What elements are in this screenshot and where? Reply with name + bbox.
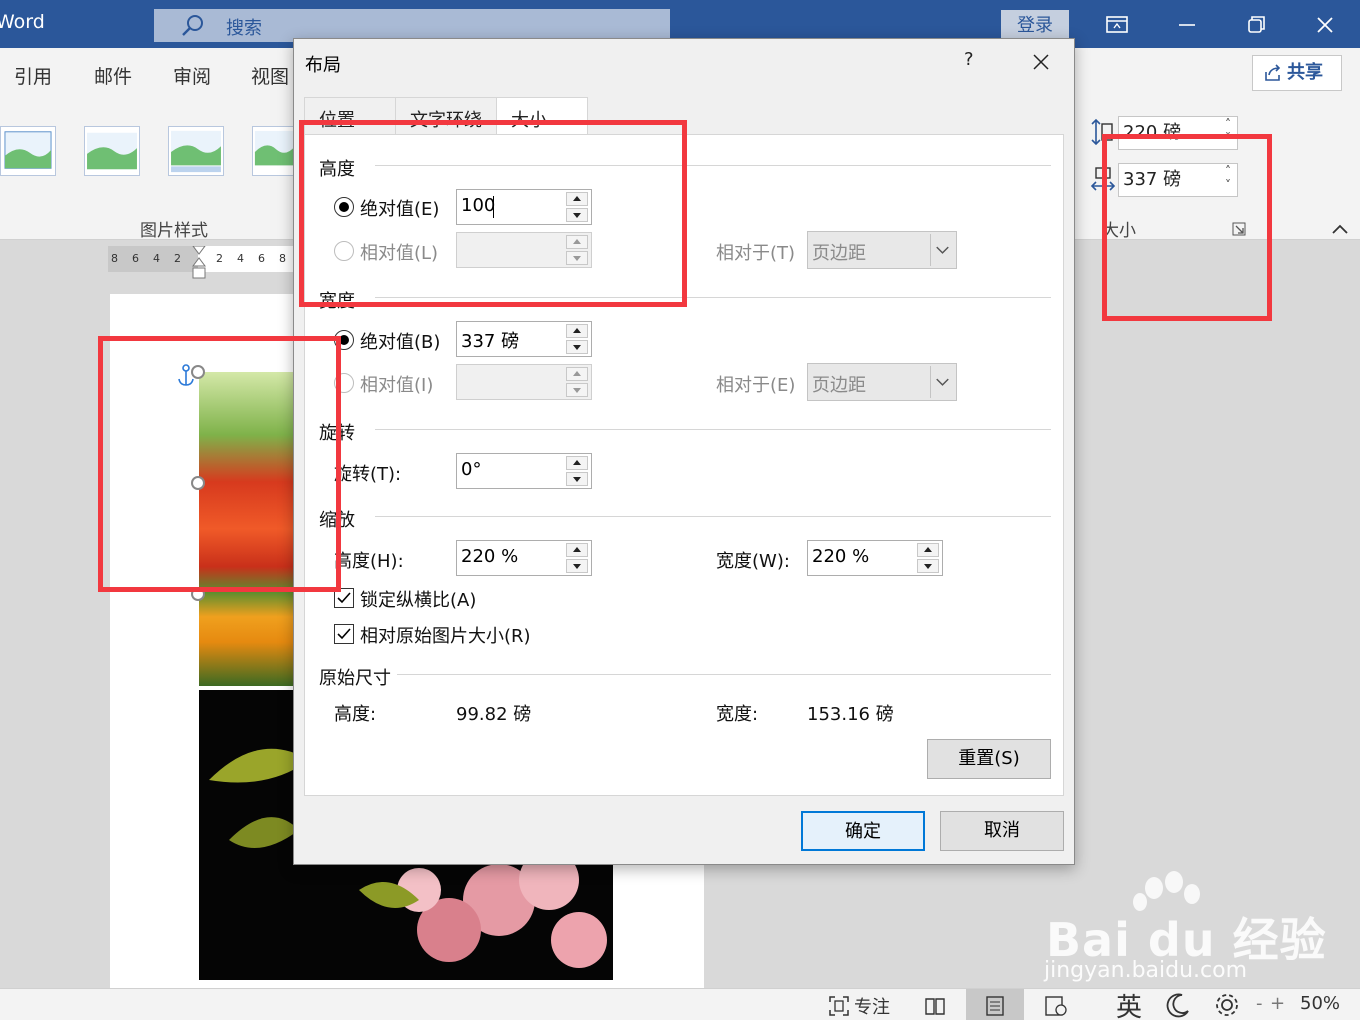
width-relative-to-label: 相对于(E) [716, 375, 796, 396]
checkmark-icon [337, 592, 351, 604]
ruler-number: 6 [132, 252, 139, 265]
zoom-in-icon[interactable]: + [1270, 993, 1285, 1014]
original-height-label: 高度: [334, 704, 377, 725]
indent-marker-icon[interactable] [192, 246, 206, 280]
rotation-label: 旋转(T): [334, 464, 402, 485]
ruler-number: 8 [279, 252, 286, 265]
highlight-box-ribbon-size [1102, 134, 1272, 321]
status-bar: 专注 英 - + 50% [0, 988, 1360, 1020]
tab-review[interactable]: 审阅 [173, 62, 211, 89]
checkmark-icon [337, 628, 351, 640]
section-divider [375, 429, 1051, 430]
width-absolute-label: 绝对值(B) [360, 332, 441, 353]
section-divider [397, 674, 1051, 675]
scale-width-value: 220 % [812, 546, 870, 567]
original-height-value: 99.82 磅 [456, 704, 532, 725]
rotation-input[interactable]: 0° [456, 453, 592, 489]
spin-up-button[interactable] [566, 543, 588, 557]
lock-aspect-label: 锁定纵横比(A) [360, 590, 477, 611]
share-label: 共享 [1287, 62, 1323, 83]
spin-up-button[interactable] [566, 367, 588, 381]
horizontal-ruler: 8 6 4 2 2 4 6 8 [108, 246, 298, 279]
watermark-url: jingyan.baidu.com [1044, 958, 1248, 983]
moon-icon[interactable] [1164, 991, 1192, 1019]
height-relative-to-value: 页边距 [812, 243, 866, 264]
chevron-down-icon [930, 366, 949, 398]
collapse-ribbon-icon[interactable] [1330, 222, 1350, 236]
highlight-box-image [98, 336, 341, 592]
dialog-title: 布局 [305, 55, 341, 76]
spin-up-button[interactable] [566, 324, 588, 338]
focus-icon[interactable] [828, 995, 850, 1017]
ruler-number: 6 [258, 252, 265, 265]
spin-down-button[interactable] [566, 383, 588, 397]
scale-width-input[interactable]: 220 % [807, 540, 943, 576]
gear-icon[interactable] [1212, 991, 1242, 1019]
close-window-icon[interactable] [1310, 10, 1340, 40]
spin-down-button[interactable] [566, 472, 588, 486]
minimize-icon[interactable] [1172, 10, 1202, 40]
picture-style-thumb-3[interactable] [168, 126, 224, 176]
ribbon-display-icon[interactable] [1102, 10, 1132, 40]
rotation-value: 0° [461, 459, 482, 480]
cancel-button[interactable]: 取消 [940, 811, 1064, 851]
zoom-level[interactable]: 50% [1300, 993, 1340, 1014]
original-width-value: 153.16 磅 [807, 704, 894, 725]
tab-references[interactable]: 引用 [14, 62, 52, 89]
relative-original-checkbox[interactable] [334, 624, 354, 644]
web-layout-icon[interactable] [1044, 995, 1068, 1017]
width-relative-input[interactable] [456, 364, 592, 400]
width-relative-label: 相对值(I) [360, 375, 434, 396]
scale-width-label: 宽度(W): [716, 551, 790, 572]
width-absolute-value: 337 磅 [461, 331, 520, 352]
ruler-number: 4 [237, 252, 244, 265]
scale-height-label: 高度(H): [334, 551, 404, 572]
ime-language[interactable]: 英 [1116, 987, 1142, 1020]
scale-height-value: 220 % [461, 546, 519, 567]
ok-button[interactable]: 确定 [801, 811, 925, 851]
picture-styles-group-label: 图片样式 [140, 221, 208, 241]
ruler-number: 8 [111, 252, 118, 265]
print-layout-button[interactable] [966, 989, 1024, 1020]
ruler-number: 2 [216, 252, 223, 265]
close-icon[interactable] [1030, 51, 1052, 73]
original-size-section-title: 原始尺寸 [319, 668, 391, 689]
ruler-number: 2 [174, 252, 181, 265]
section-divider [375, 516, 1051, 517]
width-relative-to-value: 页边距 [812, 375, 866, 396]
spin-up-button[interactable] [566, 456, 588, 470]
share-button[interactable]: 共享 [1252, 55, 1342, 91]
spin-down-button[interactable] [917, 559, 939, 573]
scale-height-input[interactable]: 220 % [456, 540, 592, 576]
reset-button[interactable]: 重置(S) [927, 739, 1051, 779]
picture-style-thumb-4[interactable] [252, 126, 296, 176]
search-icon [182, 15, 203, 36]
ruler-number: 4 [153, 252, 160, 265]
share-icon [1265, 64, 1281, 81]
width-absolute-input[interactable]: 337 磅 [456, 321, 592, 357]
picture-style-thumb-2[interactable] [84, 126, 140, 176]
zoom-out-icon[interactable]: - [1256, 993, 1263, 1014]
tab-view[interactable]: 视图 [251, 62, 289, 89]
chevron-down-icon [930, 234, 949, 266]
relative-original-label: 相对原始图片大小(R) [360, 626, 531, 647]
spin-down-button[interactable] [566, 340, 588, 354]
spin-down-button[interactable] [566, 559, 588, 573]
width-relative-to-select[interactable]: 页边距 [807, 363, 957, 401]
height-relative-to-select[interactable]: 页边距 [807, 231, 957, 269]
spin-up-button[interactable] [917, 543, 939, 557]
print-layout-icon [986, 996, 1004, 1016]
picture-style-thumb-1[interactable] [0, 126, 56, 176]
search-label: 搜索 [226, 18, 262, 39]
app-name: Word [0, 11, 45, 33]
focus-label[interactable]: 专注 [854, 993, 890, 1019]
restore-icon[interactable] [1241, 10, 1271, 40]
read-mode-icon[interactable] [924, 995, 946, 1017]
tab-mailings[interactable]: 邮件 [94, 62, 132, 89]
height-relative-to-label: 相对于(T) [716, 243, 796, 264]
original-width-label: 宽度: [716, 704, 759, 725]
highlight-box-height [299, 120, 687, 307]
help-button[interactable]: ? [964, 49, 974, 70]
